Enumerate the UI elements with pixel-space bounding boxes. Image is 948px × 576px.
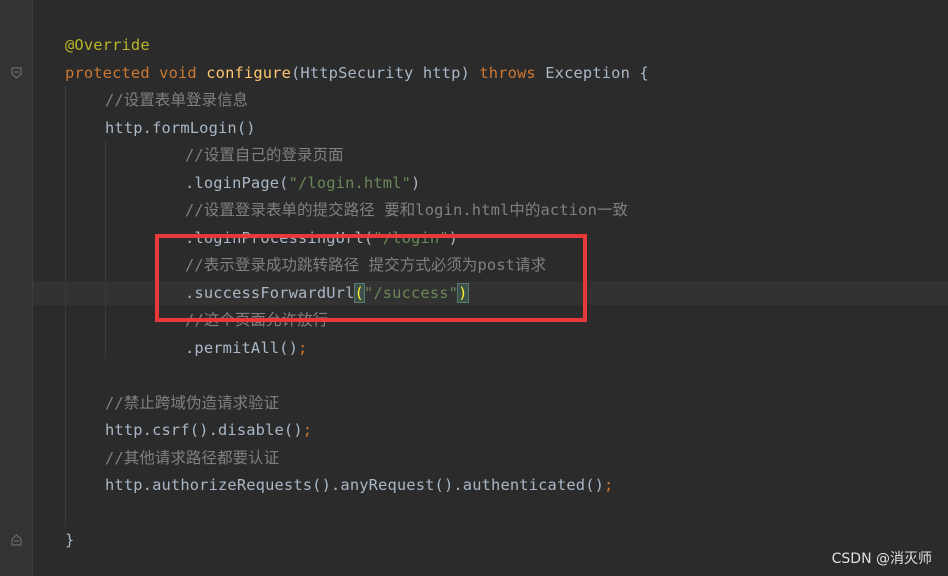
code-comment: //设置表单登录信息 xyxy=(105,91,249,109)
red-highlight-box xyxy=(155,234,587,322)
code-line: .loginPage("/login.html") xyxy=(185,171,420,195)
method-token: http.csrf().disable() xyxy=(105,421,303,439)
code-comment: //其他请求路径都要认证 xyxy=(105,449,280,467)
indent-guide xyxy=(65,86,66,526)
method-token: http.authorizeRequests().anyRequest().au… xyxy=(105,476,605,494)
code-line: http.authorizeRequests().anyRequest().au… xyxy=(105,473,613,497)
indent-guide xyxy=(105,140,106,358)
fold-icon[interactable] xyxy=(11,67,22,79)
code-line: } xyxy=(65,531,75,549)
code-comment: //禁止跨域伪造请求验证 xyxy=(105,394,280,412)
code-line: http.formLogin() xyxy=(105,119,256,137)
csdn-watermark: CSDN @消灭师 xyxy=(831,551,932,567)
code-line: protected void configure(HttpSecurity ht… xyxy=(65,61,649,85)
paren-token: ) xyxy=(411,174,421,192)
fold-icon[interactable] xyxy=(11,534,22,546)
code-line: http.csrf().disable(); xyxy=(105,418,312,442)
code-line: .permitAll(); xyxy=(185,336,307,360)
method-token: .permitAll() xyxy=(185,339,298,357)
code-line: @Override xyxy=(65,33,150,57)
params-token: (HttpSecurity http) xyxy=(291,64,480,82)
string-token: "/login.html" xyxy=(288,174,411,192)
keyword-token: protected xyxy=(65,64,150,82)
semicolon-token: ; xyxy=(604,476,614,494)
exception-token: Exception { xyxy=(535,64,649,82)
semicolon-token: ; xyxy=(298,339,308,357)
method-name: configure xyxy=(206,64,292,82)
keyword-token: void xyxy=(159,64,197,82)
code-comment: //设置登录表单的提交路径 要和login.html中的action一致 xyxy=(185,201,629,219)
method-token: .loginPage( xyxy=(185,174,289,192)
line-gutter xyxy=(0,0,32,576)
semicolon-token: ; xyxy=(302,421,313,439)
code-comment: //设置自己的登录页面 xyxy=(185,146,344,164)
annotation-token: @Override xyxy=(65,36,150,54)
keyword-token: throws xyxy=(479,64,536,82)
